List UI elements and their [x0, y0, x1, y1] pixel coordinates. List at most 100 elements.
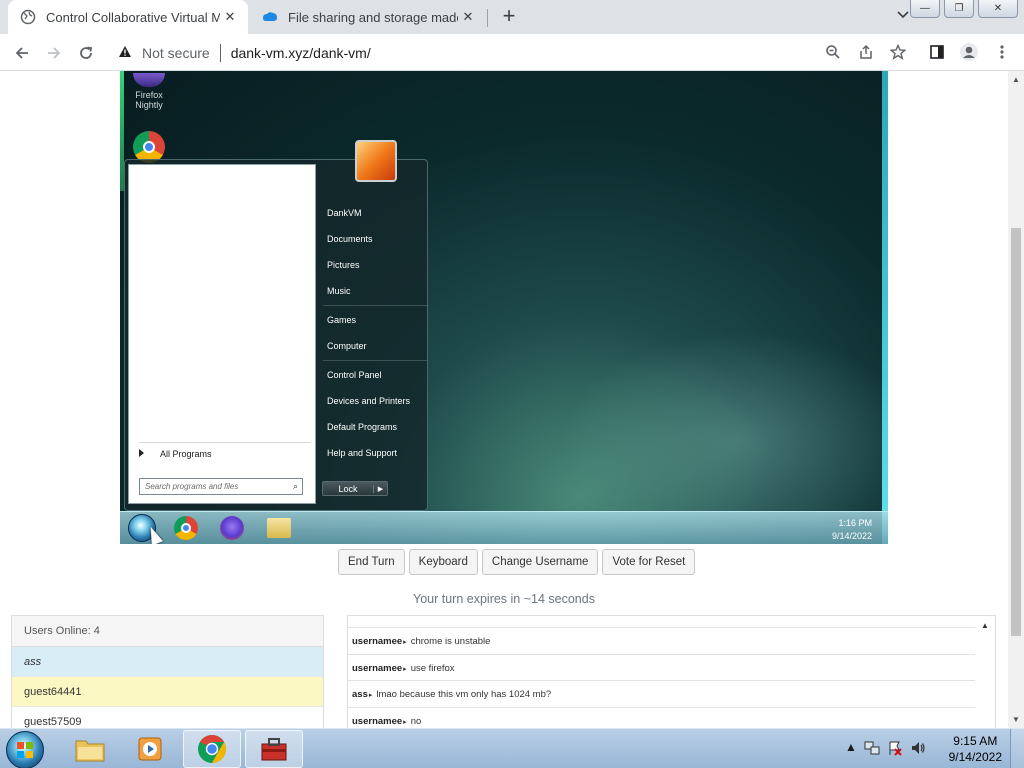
new-tab-button[interactable]: + — [498, 5, 520, 27]
action-center-flag-icon[interactable] — [887, 740, 903, 759]
scrollbar-thumb[interactable] — [1011, 228, 1021, 636]
reload-icon[interactable] — [74, 41, 98, 65]
scroll-down-arrow-icon[interactable]: ▼ — [1012, 715, 1020, 724]
back-icon[interactable] — [10, 41, 34, 65]
chat-separator-icon: ▸ — [403, 665, 407, 673]
start-item-games[interactable]: Games — [323, 307, 427, 333]
chrome-icon — [198, 735, 226, 763]
explorer-taskbar-button[interactable] — [61, 730, 119, 768]
restore-button[interactable]: ❐ — [944, 0, 974, 18]
start-menu-places: DankVM Documents Pictures Music Games Co… — [323, 200, 427, 466]
vm-taskbar: 1:16 PM 9/14/2022 — [120, 511, 888, 544]
profile-avatar-icon[interactable] — [959, 42, 979, 62]
lock-label: Lock — [338, 483, 358, 494]
close-window-button[interactable]: ✕ — [978, 0, 1018, 18]
start-item-music[interactable]: Music — [323, 278, 427, 304]
lock-button[interactable]: Lock ▶ — [322, 481, 388, 496]
vm-clock[interactable]: 1:16 PM 9/14/2022 — [832, 517, 872, 543]
zoom-icon[interactable] — [823, 42, 843, 62]
warning-icon[interactable] — [118, 45, 134, 61]
user-row[interactable]: ass — [12, 647, 323, 677]
tab-title: Control Collaborative Virtual Mac — [46, 9, 220, 25]
host-clock[interactable]: 9:15 AM 9/14/2022 — [949, 733, 1002, 765]
tab-control-collaborative[interactable]: Control Collaborative Virtual Mac ✕ — [8, 0, 248, 34]
share-icon[interactable] — [856, 42, 876, 62]
start-item-dankvm[interactable]: DankVM — [323, 200, 427, 226]
chat-text: lmao because this vm only has 1024 mb? — [376, 689, 552, 700]
vm-controls: End Turn Keyboard Change Username Vote f… — [338, 549, 696, 575]
bookmark-star-icon[interactable] — [888, 42, 908, 62]
chat-message: usernamee▸ use firefox — [348, 655, 975, 681]
start-item-computer[interactable]: Computer — [323, 333, 427, 359]
vote-reset-button[interactable]: Vote for Reset — [602, 549, 696, 575]
menu-separator — [323, 360, 427, 361]
scroll-up-arrow-icon[interactable]: ▲ — [981, 621, 989, 630]
close-tab-icon[interactable]: ✕ — [220, 7, 240, 27]
chat-username: usernamee — [352, 636, 403, 647]
tab-separator — [487, 9, 488, 27]
user-row[interactable]: guest64441 — [12, 677, 323, 707]
user-row[interactable]: guest57509 — [12, 707, 323, 728]
show-desktop-button[interactable] — [1010, 729, 1024, 768]
start-item-pictures[interactable]: Pictures — [323, 252, 427, 278]
page-content: Firefox Nightly All Programs Search prog… — [0, 71, 1008, 728]
windows-start-orb-icon[interactable] — [6, 731, 44, 768]
menu-kebab-icon[interactable] — [992, 42, 1012, 62]
chat-text: no — [410, 715, 422, 727]
wallpaper-edge — [882, 71, 888, 544]
window-controls: — ❐ ✕ — [906, 0, 1024, 18]
end-turn-button[interactable]: End Turn — [338, 549, 405, 575]
chat-message: ass▸ lmao because this vm only has 1024 m… — [348, 681, 975, 708]
menu-separator — [323, 305, 427, 306]
vm-firefox-icon[interactable] — [220, 516, 244, 540]
folder-icon — [75, 740, 105, 762]
address-bar[interactable]: Not secure dank-vm.xyz/dank-vm/ — [110, 38, 855, 67]
start-item-help-support[interactable]: Help and Support — [323, 440, 427, 466]
firefox-nightly-icon — [133, 73, 165, 87]
change-username-button[interactable]: Change Username — [481, 549, 599, 575]
chrome-taskbar-button[interactable] — [183, 730, 241, 768]
vm-clock-date: 9/14/2022 — [831, 531, 872, 541]
user-picture — [355, 140, 397, 182]
toolbox-taskbar-button[interactable] — [245, 730, 303, 768]
page-scrollbar[interactable]: ▲ ▼ — [1008, 71, 1024, 728]
start-item-control-panel[interactable]: Control Panel — [323, 362, 427, 388]
host-clock-date: 9/14/2022 — [948, 750, 1002, 764]
start-item-devices-printers[interactable]: Devices and Printers — [323, 388, 427, 414]
host-taskbar: ▲ 9:15 AM 9/14/2022 — [0, 728, 1024, 768]
security-label[interactable]: Not secure — [142, 45, 210, 61]
chat-panel[interactable]: usernamee▸ chrome is unstable usernamee▸ u… — [347, 615, 996, 728]
users-panel: Users Online: 4 ass guest64441 guest5750… — [11, 615, 324, 728]
show-hidden-icons-icon[interactable]: ▲ — [845, 740, 857, 759]
tab-file-sharing[interactable]: File sharing and storage made sir ✕ — [250, 0, 486, 34]
media-player-taskbar-button[interactable] — [121, 730, 179, 768]
minimize-button[interactable]: — — [910, 0, 940, 18]
start-menu: All Programs Search programs and files ⌕… — [124, 140, 428, 511]
browser-toolbar: Not secure dank-vm.xyz/dank-vm/ — [0, 34, 1024, 71]
vm-chrome-icon[interactable] — [174, 516, 198, 540]
network-icon[interactable] — [864, 740, 880, 759]
chat-separator-icon: ▸ — [403, 639, 407, 646]
chat-text: use firefox — [410, 662, 455, 674]
start-item-default-programs[interactable]: Default Programs — [323, 414, 427, 440]
volume-icon[interactable] — [910, 740, 926, 759]
all-programs-item[interactable]: All Programs — [139, 442, 311, 459]
desktop-icon-firefox-nightly[interactable]: Firefox Nightly — [128, 73, 170, 110]
start-item-documents[interactable]: Documents — [323, 226, 427, 252]
chat-separator-icon: ▸ — [403, 718, 407, 726]
keyboard-button[interactable]: Keyboard — [408, 549, 478, 575]
vm-explorer-folder-icon[interactable] — [267, 518, 291, 538]
close-tab-icon[interactable]: ✕ — [458, 7, 478, 27]
start-search-input[interactable]: Search programs and files ⌕ — [139, 478, 303, 495]
forward-icon[interactable] — [42, 41, 66, 65]
chat-username: usernamee — [352, 715, 403, 727]
vm-screen[interactable]: Firefox Nightly All Programs Search prog… — [120, 71, 888, 544]
url-text[interactable]: dank-vm.xyz/dank-vm/ — [231, 45, 371, 61]
side-panel-icon[interactable] — [927, 42, 947, 62]
scroll-up-arrow-icon[interactable]: ▲ — [1012, 75, 1020, 84]
all-programs-label: All Programs — [160, 449, 212, 459]
search-icon[interactable]: ⌕ — [293, 481, 298, 492]
power-options-arrow-icon[interactable]: ▶ — [373, 484, 387, 493]
users-online-header: Users Online: 4 — [12, 616, 323, 647]
chat-scrollbar[interactable]: ▲ — [977, 616, 995, 728]
